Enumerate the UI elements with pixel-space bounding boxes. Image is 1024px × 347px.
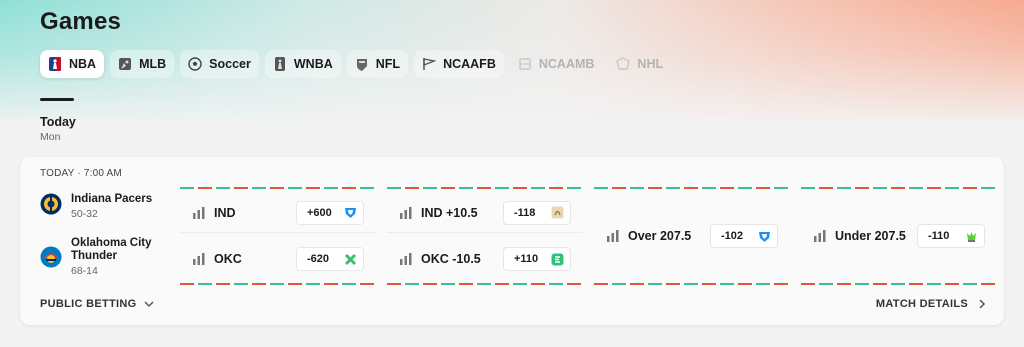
team-away: Oklahoma City Thunder 68-14 bbox=[40, 237, 161, 277]
game-card: TODAY · 7:00 AM Indiana Pacers 50-32 Okl… bbox=[20, 157, 1004, 325]
team-record: 50-32 bbox=[71, 208, 98, 220]
market-stripe-bottom bbox=[180, 283, 374, 285]
tab-label: NHL bbox=[637, 57, 664, 71]
betrivers-icon bbox=[551, 253, 564, 265]
nfl-logo-icon bbox=[356, 59, 367, 71]
bet-row[interactable]: OKC -10.5 +110 bbox=[387, 239, 583, 279]
bet-label: IND +10.5 bbox=[421, 205, 478, 220]
page-title: Games bbox=[40, 8, 122, 35]
bet-row[interactable]: Over 207.5 -102 bbox=[594, 215, 790, 257]
match-details-label: MATCH DETAILS bbox=[875, 298, 968, 310]
bar-chart-icon bbox=[400, 206, 412, 219]
bar-chart-icon bbox=[814, 230, 826, 242]
market-total-over: Over 207.5 -102 bbox=[594, 187, 790, 285]
market-stripe-top bbox=[594, 187, 788, 189]
tab-label: NCAAMB bbox=[538, 57, 595, 71]
bar-chart-icon bbox=[193, 206, 205, 219]
odds-button[interactable]: -110 bbox=[917, 224, 985, 248]
sport-tabs: NBA MLB Soccer WNBA NFL NCAAFB NCAAMB NH… bbox=[40, 50, 671, 78]
public-betting-label: PUBLIC BETTING bbox=[40, 298, 137, 310]
tab-ncaafb[interactable]: NCAAFB bbox=[414, 50, 504, 78]
bet-label: OKC bbox=[214, 252, 242, 266]
market-moneyline: IND +600 OKC -620 bbox=[180, 187, 376, 285]
odds-button[interactable]: -118 bbox=[503, 200, 571, 225]
nba-logo-icon bbox=[49, 57, 61, 71]
indiana-pacers-logo bbox=[40, 193, 62, 215]
odds-value: -110 bbox=[928, 230, 950, 242]
draftkings-icon bbox=[967, 231, 976, 242]
market-stripe-bottom bbox=[594, 283, 788, 285]
game-time: TODAY · 7:00 AM bbox=[40, 168, 122, 179]
market-stripe-top bbox=[801, 187, 995, 189]
public-betting-toggle[interactable]: PUBLIC BETTING bbox=[40, 298, 155, 310]
market-spread: IND +10.5 -118 OKC -10.5 +110 bbox=[387, 187, 583, 285]
market-stripe-bottom bbox=[801, 283, 995, 285]
betmgm-x-icon bbox=[344, 253, 357, 265]
odds-button[interactable]: -102 bbox=[710, 224, 778, 248]
tab-wnba[interactable]: WNBA bbox=[264, 50, 341, 78]
tab-label: WNBA bbox=[293, 57, 333, 71]
tab-nhl[interactable]: NHL bbox=[608, 50, 671, 78]
chevron-right-icon bbox=[979, 299, 986, 309]
okc-thunder-logo bbox=[40, 246, 62, 268]
bet-label: Over 207.5 bbox=[628, 229, 692, 243]
wnba-logo-icon bbox=[274, 57, 285, 71]
nhl-logo-icon bbox=[616, 57, 631, 70]
tab-mlb[interactable]: MLB bbox=[110, 50, 175, 78]
bet-label: Under 207.5 bbox=[835, 229, 906, 243]
tab-label: MLB bbox=[139, 57, 167, 71]
chevron-down-icon bbox=[144, 301, 155, 308]
bet-label: IND bbox=[214, 205, 236, 220]
odds-button[interactable]: -620 bbox=[296, 247, 364, 271]
team-home: Indiana Pacers 50-32 bbox=[40, 193, 161, 220]
bar-chart-icon bbox=[400, 253, 412, 265]
ncaafb-flag-icon bbox=[423, 58, 437, 70]
market-stripe-bottom bbox=[387, 283, 581, 285]
team-name: Indiana Pacers bbox=[71, 193, 153, 205]
tab-nfl[interactable]: NFL bbox=[346, 50, 409, 78]
bar-chart-icon bbox=[193, 253, 205, 265]
team-record: 68-14 bbox=[71, 265, 98, 277]
bet-label: OKC -10.5 bbox=[421, 252, 481, 266]
market-stripe-top bbox=[180, 187, 374, 189]
odds-value: -620 bbox=[307, 253, 330, 265]
tab-nba[interactable]: NBA bbox=[40, 50, 105, 78]
fanduel-icon bbox=[345, 208, 356, 218]
soccer-ball-icon bbox=[188, 57, 202, 71]
day-tab-label[interactable]: Today bbox=[40, 115, 76, 129]
caesars-icon bbox=[551, 206, 564, 219]
tab-ncaamb[interactable]: NCAAMB bbox=[510, 50, 603, 78]
bet-row[interactable]: Under 207.5 -110 bbox=[801, 215, 997, 257]
market-stripe-top bbox=[387, 187, 581, 189]
ncaamb-logo-icon bbox=[519, 58, 531, 70]
tab-label: Soccer bbox=[209, 57, 251, 71]
tab-label: NFL bbox=[375, 57, 401, 71]
tab-label: NCAAFB bbox=[443, 57, 496, 71]
bet-row[interactable]: IND +600 bbox=[180, 193, 376, 233]
bet-row[interactable]: IND +10.5 -118 bbox=[387, 193, 583, 233]
odds-value: -118 bbox=[514, 206, 536, 219]
odds-button[interactable]: +600 bbox=[296, 200, 364, 225]
odds-button[interactable]: +110 bbox=[503, 247, 571, 271]
match-details-link[interactable]: MATCH DETAILS bbox=[876, 298, 986, 310]
odds-value: +110 bbox=[514, 253, 539, 265]
odds-value: -102 bbox=[721, 230, 744, 242]
fanduel-icon bbox=[759, 231, 770, 242]
day-tab-weekday: Mon bbox=[40, 131, 61, 143]
tab-soccer[interactable]: Soccer bbox=[180, 50, 259, 78]
odds-value: +600 bbox=[307, 206, 332, 219]
bar-chart-icon bbox=[607, 230, 619, 242]
tab-label: NBA bbox=[69, 57, 97, 71]
day-selected-indicator bbox=[40, 98, 74, 101]
team-name: Oklahoma City Thunder bbox=[71, 237, 152, 262]
mlb-logo-icon bbox=[119, 58, 132, 70]
market-total-under: Under 207.5 -110 bbox=[801, 187, 997, 285]
bet-row[interactable]: OKC -620 bbox=[180, 239, 376, 279]
